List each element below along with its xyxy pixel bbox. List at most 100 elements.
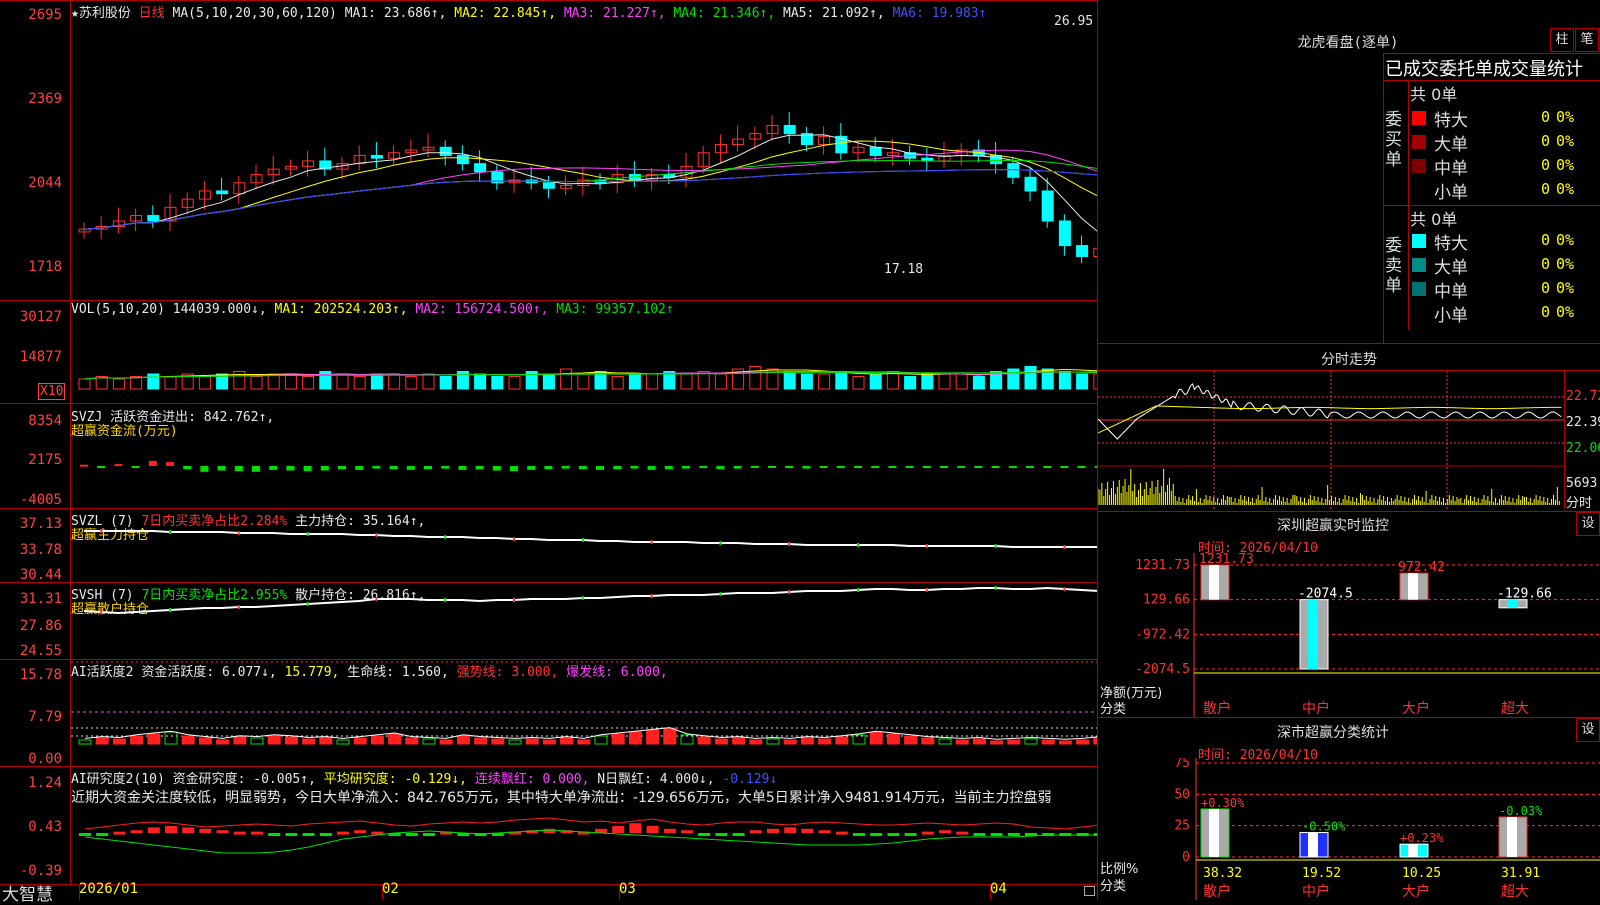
- activity-bar: [353, 737, 367, 745]
- intraday-chart[interactable]: [1098, 371, 1564, 509]
- ma-line: [83, 149, 1097, 230]
- volume-bar: [714, 373, 727, 390]
- retail-holding-line-tick: [788, 590, 791, 594]
- volume-bar: [972, 376, 985, 390]
- ai1-ytick-2: 7.79: [28, 709, 62, 725]
- volume-bar: [422, 373, 435, 390]
- volume-bar: [267, 373, 280, 390]
- ai2-ytick-1: 1.24: [28, 775, 62, 791]
- stats-settings-button[interactable]: 设: [1576, 718, 1600, 742]
- intraday-ytick-3: 22.06: [1566, 441, 1600, 456]
- research-bar: [870, 833, 883, 836]
- buy-color-swatch: [1412, 111, 1426, 125]
- main-ytick-2: 2369: [28, 91, 62, 107]
- svsh-ytick-2: 27.86: [19, 618, 62, 634]
- main-ytick-3: 2044: [28, 175, 62, 191]
- monitor-settings-button[interactable]: 设: [1576, 512, 1600, 536]
- sell-row-percent: 0%: [1556, 303, 1575, 321]
- capital-flow-bar: [991, 466, 1000, 468]
- high-price-label: 26.95: [1054, 14, 1094, 29]
- volume-bar: [852, 376, 865, 390]
- candlestick-chart[interactable]: [71, 0, 1097, 300]
- sell-row-label: 大单: [1434, 258, 1468, 278]
- ratio-value-label: 31.91: [1501, 866, 1540, 881]
- activity-bar: [990, 740, 1004, 745]
- research-bar: [1007, 833, 1020, 836]
- xaxis-tick-3: [619, 884, 620, 900]
- monitor-chart[interactable]: 1231.73 129.66 -972.42 -2074.5 1231.73 散户 -207…: [1098, 553, 1600, 717]
- ratio-change-label: +0.23%: [1400, 831, 1444, 845]
- buy-row-label: 特大: [1434, 111, 1468, 131]
- volume-bar: [474, 373, 487, 390]
- buy-row-label: 小单: [1434, 183, 1468, 203]
- capital-flow-bar: [458, 466, 467, 470]
- tick-mode-button[interactable]: 笔: [1575, 28, 1599, 52]
- capital-flow-bar: [716, 466, 725, 470]
- sell-row-label: 小单: [1434, 306, 1468, 326]
- retail-holding-line-tick: [375, 597, 378, 601]
- capital-flow-bar: [286, 466, 295, 471]
- stats-ytick: 25: [1174, 819, 1190, 834]
- research-bar: [853, 833, 865, 836]
- candle-body: [439, 146, 452, 156]
- retail-holding-line-tick: [1063, 587, 1066, 591]
- main-chart-panel[interactable]: ★苏利股份 日线 MA(5,10,20,30,60,120) MA1: 23.6…: [0, 0, 1098, 905]
- activity-bar: [439, 739, 453, 745]
- activity-bar: [405, 737, 419, 745]
- ai1-chart[interactable]: [71, 660, 1097, 766]
- buy-row-count: 0: [1540, 156, 1550, 174]
- research-bar: [921, 831, 934, 835]
- retail-holding-line-tick: [169, 608, 171, 612]
- capital-flow-bar: [578, 466, 587, 470]
- activity-bar: [336, 739, 350, 745]
- retail-holding-line-tick: [925, 588, 928, 592]
- capital-flow-bar: [1008, 466, 1017, 468]
- low-price-label: 17.18: [884, 262, 924, 277]
- ratio-change-label: -0.03%: [1499, 804, 1543, 818]
- volume-bar: [1076, 373, 1089, 390]
- xaxis-label-2: 02: [382, 881, 399, 897]
- activity-bar: [886, 733, 900, 745]
- monitor-title: 深圳超赢实时监控: [1277, 518, 1389, 534]
- capital-flow-bar: [613, 466, 622, 470]
- svzl-chart[interactable]: [71, 509, 1097, 582]
- monitor-top-line: [1098, 511, 1600, 512]
- bar-mode-button[interactable]: 柱: [1550, 28, 1574, 52]
- intraday-ytick-2: 22.39: [1566, 415, 1600, 430]
- capital-flow-bar: [338, 466, 346, 470]
- main-holding-line-tick: [788, 542, 791, 546]
- research-bar: [130, 830, 143, 834]
- stats-ytick: 50: [1174, 787, 1190, 802]
- volume-bar: [164, 376, 177, 390]
- sell-count: 共 0单: [1410, 210, 1458, 229]
- buy-row-count: 0: [1540, 132, 1550, 150]
- activity-bar: [112, 738, 126, 745]
- svzj-chart[interactable]: [71, 404, 1097, 508]
- activity-bar: [766, 738, 780, 745]
- volume-bar: [904, 376, 917, 390]
- activity-bar: [852, 734, 866, 745]
- capital-flow-bar: [802, 466, 811, 469]
- monitor-category-label: 大户: [1402, 700, 1430, 717]
- ai2-chart[interactable]: [71, 767, 1097, 884]
- lock-icon[interactable]: [1084, 886, 1095, 896]
- xaxis-tick-1: [79, 884, 80, 900]
- activity-bar: [181, 735, 195, 745]
- net-amount-value-label: -129.66: [1497, 587, 1552, 602]
- svsh-chart[interactable]: [71, 583, 1097, 659]
- research-bar: [147, 827, 160, 833]
- xaxis-tick-4: [990, 884, 991, 900]
- capital-flow-bar: [389, 466, 398, 470]
- candle-body: [1093, 247, 1097, 258]
- stats-chart[interactable]: 75 50 25 0 +0.30% 38.32 散户 -0.50% 19.52 中户 +0.23% 1…: [1098, 758, 1600, 900]
- buy-row-label: 大单: [1434, 135, 1468, 155]
- capital-flow-bar: [819, 466, 828, 468]
- stats-category-label: 中户: [1302, 883, 1330, 900]
- volume-chart[interactable]: [71, 301, 1097, 403]
- svzj-ytick-2: 2175: [28, 452, 62, 468]
- monitor-ytick: -2074.5: [1135, 662, 1190, 677]
- activity-bar: [1093, 737, 1097, 745]
- research-bar: [715, 833, 728, 836]
- capital-flow-bar: [148, 460, 157, 466]
- research-bar: [113, 831, 126, 835]
